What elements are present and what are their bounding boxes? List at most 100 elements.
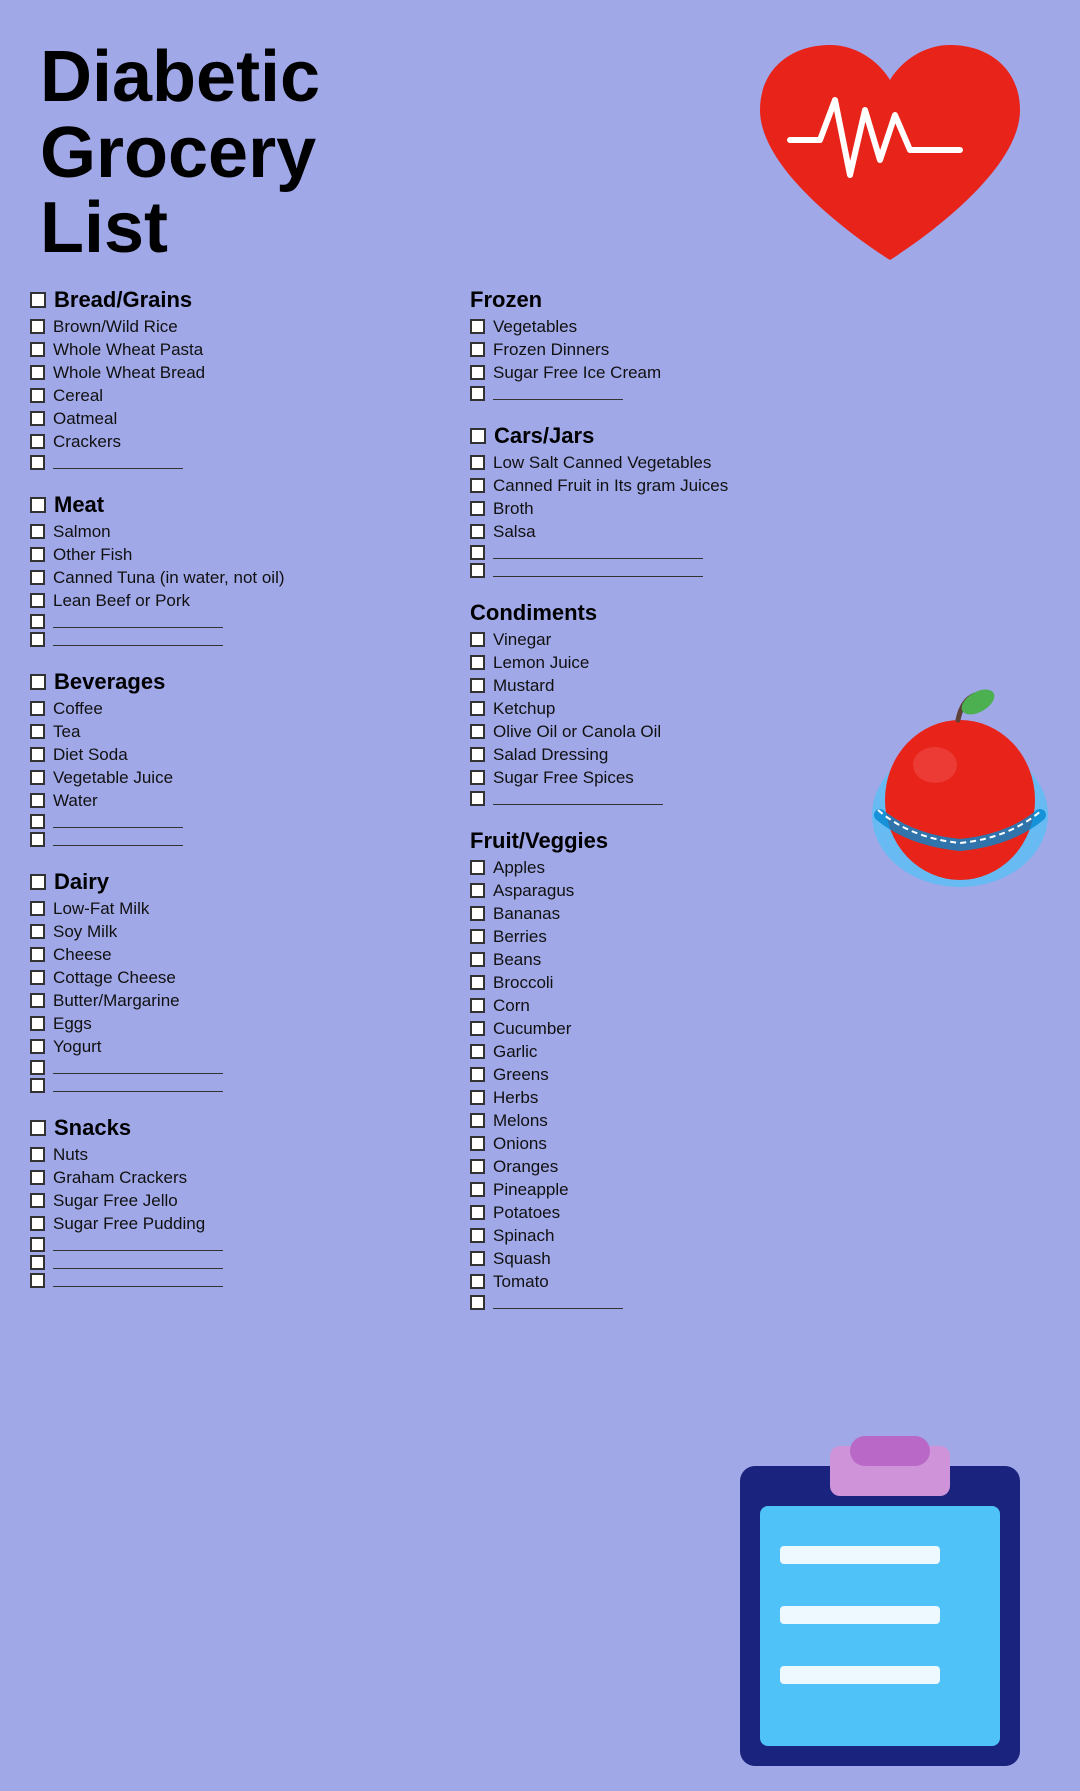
list-item-blank [470, 545, 990, 560]
checkbox-sugar-free-ice-cream[interactable] [470, 365, 485, 380]
checkbox-frozen-dinners[interactable] [470, 342, 485, 357]
checkbox-greens[interactable] [470, 1067, 485, 1082]
checkbox-oatmeal[interactable] [30, 411, 45, 426]
item-bananas: Bananas [493, 904, 560, 924]
checkbox-blank-dairy-2[interactable] [30, 1078, 45, 1093]
checkbox-vinegar[interactable] [470, 632, 485, 647]
checkbox-tea[interactable] [30, 724, 45, 739]
checkbox-melons[interactable] [470, 1113, 485, 1128]
checkbox-yogurt[interactable] [30, 1039, 45, 1054]
checkbox-cans-jars-header[interactable] [470, 428, 486, 444]
checkbox-blank-dairy-1[interactable] [30, 1060, 45, 1075]
checkbox-potatoes[interactable] [470, 1205, 485, 1220]
checkbox-cheese[interactable] [30, 947, 45, 962]
checkbox-blank-condiments[interactable] [470, 791, 485, 806]
list-item-blank [30, 1060, 450, 1075]
list-item: Sugar Free Pudding [30, 1214, 450, 1234]
checkbox-herbs[interactable] [470, 1090, 485, 1105]
checkbox-other-fish[interactable] [30, 547, 45, 562]
checkbox-onions[interactable] [470, 1136, 485, 1151]
checkbox-cucumber[interactable] [470, 1021, 485, 1036]
checkbox-vegetable-juice[interactable] [30, 770, 45, 785]
checkbox-blank-snacks-3[interactable] [30, 1273, 45, 1288]
checkbox-blank-snacks-1[interactable] [30, 1237, 45, 1252]
checkbox-canned-fruit[interactable] [470, 478, 485, 493]
checkbox-meat-header[interactable] [30, 497, 46, 513]
checkbox-lemon-juice[interactable] [470, 655, 485, 670]
checkbox-butter[interactable] [30, 993, 45, 1008]
checkbox-blank-snacks-2[interactable] [30, 1255, 45, 1270]
checkbox-whole-wheat-pasta[interactable] [30, 342, 45, 357]
list-item: Vinegar [470, 630, 990, 650]
item-lean-beef: Lean Beef or Pork [53, 591, 190, 611]
checkbox-water[interactable] [30, 793, 45, 808]
checkbox-blank-meat-1[interactable] [30, 614, 45, 629]
blank-line [493, 1295, 623, 1309]
checkbox-blank-bev-2[interactable] [30, 832, 45, 847]
checkbox-cereal[interactable] [30, 388, 45, 403]
checkbox-blank-bread[interactable] [30, 455, 45, 470]
checkbox-lowfat-milk[interactable] [30, 901, 45, 916]
checkbox-bread-grains-header[interactable] [30, 292, 46, 308]
checkbox-vegetables[interactable] [470, 319, 485, 334]
checkbox-canned-tuna[interactable] [30, 570, 45, 585]
checkbox-ketchup[interactable] [470, 701, 485, 716]
checkbox-sugar-free-jello[interactable] [30, 1193, 45, 1208]
checkbox-blank-bev-1[interactable] [30, 814, 45, 829]
item-beans: Beans [493, 950, 541, 970]
item-onions: Onions [493, 1134, 547, 1154]
checkbox-salmon[interactable] [30, 524, 45, 539]
checkbox-salsa[interactable] [470, 524, 485, 539]
checkbox-nuts[interactable] [30, 1147, 45, 1162]
checkbox-graham-crackers[interactable] [30, 1170, 45, 1185]
checkbox-corn[interactable] [470, 998, 485, 1013]
checkbox-garlic[interactable] [470, 1044, 485, 1059]
item-coffee: Coffee [53, 699, 103, 719]
checkbox-blank-frozen[interactable] [470, 386, 485, 401]
list-item: Low-Fat Milk [30, 899, 450, 919]
checkbox-eggs[interactable] [30, 1016, 45, 1031]
checkbox-cottage-cheese[interactable] [30, 970, 45, 985]
checkbox-sugar-free-spices[interactable] [470, 770, 485, 785]
checkbox-squash[interactable] [470, 1251, 485, 1266]
checkbox-soy-milk[interactable] [30, 924, 45, 939]
checkbox-low-salt-canned[interactable] [470, 455, 485, 470]
checkbox-oranges[interactable] [470, 1159, 485, 1174]
checkbox-coffee[interactable] [30, 701, 45, 716]
checkbox-dairy-header[interactable] [30, 874, 46, 890]
item-potatoes: Potatoes [493, 1203, 560, 1223]
checkbox-beverages-header[interactable] [30, 674, 46, 690]
checkbox-blank-meat-2[interactable] [30, 632, 45, 647]
checkbox-salad-dressing[interactable] [470, 747, 485, 762]
checkbox-broth[interactable] [470, 501, 485, 516]
section-dairy: Dairy Low-Fat Milk Soy Milk Cheese Cotta… [30, 869, 450, 1093]
checkbox-whole-wheat-bread[interactable] [30, 365, 45, 380]
checkbox-mustard[interactable] [470, 678, 485, 693]
section-title-bread-grains: Bread/Grains [54, 287, 192, 313]
checkbox-snacks-header[interactable] [30, 1120, 46, 1136]
checkbox-lean-beef[interactable] [30, 593, 45, 608]
item-crackers: Crackers [53, 432, 121, 452]
blank-line [53, 1237, 223, 1251]
checkbox-spinach[interactable] [470, 1228, 485, 1243]
checkbox-broccoli-fv[interactable] [470, 975, 485, 990]
checkbox-brown-rice[interactable] [30, 319, 45, 334]
checkbox-blank-cans-2[interactable] [470, 563, 485, 578]
checkbox-sugar-free-pudding[interactable] [30, 1216, 45, 1231]
item-broccoli-fv: Broccoli [493, 973, 553, 993]
checkbox-blank-cans-1[interactable] [470, 545, 485, 560]
checkbox-beans[interactable] [470, 952, 485, 967]
checkbox-crackers[interactable] [30, 434, 45, 449]
checkbox-tomato[interactable] [470, 1274, 485, 1289]
checkbox-pineapple[interactable] [470, 1182, 485, 1197]
checkbox-blank-fv[interactable] [470, 1295, 485, 1310]
checkbox-apples[interactable] [470, 860, 485, 875]
list-item: Greens [470, 1065, 990, 1085]
checkbox-berries[interactable] [470, 929, 485, 944]
checkbox-olive-oil[interactable] [470, 724, 485, 739]
left-column: Bread/Grains Brown/Wild Rice Whole Wheat… [20, 287, 460, 1332]
checkbox-diet-soda[interactable] [30, 747, 45, 762]
checkbox-asparagus[interactable] [470, 883, 485, 898]
checkbox-bananas[interactable] [470, 906, 485, 921]
blank-line [493, 545, 703, 559]
